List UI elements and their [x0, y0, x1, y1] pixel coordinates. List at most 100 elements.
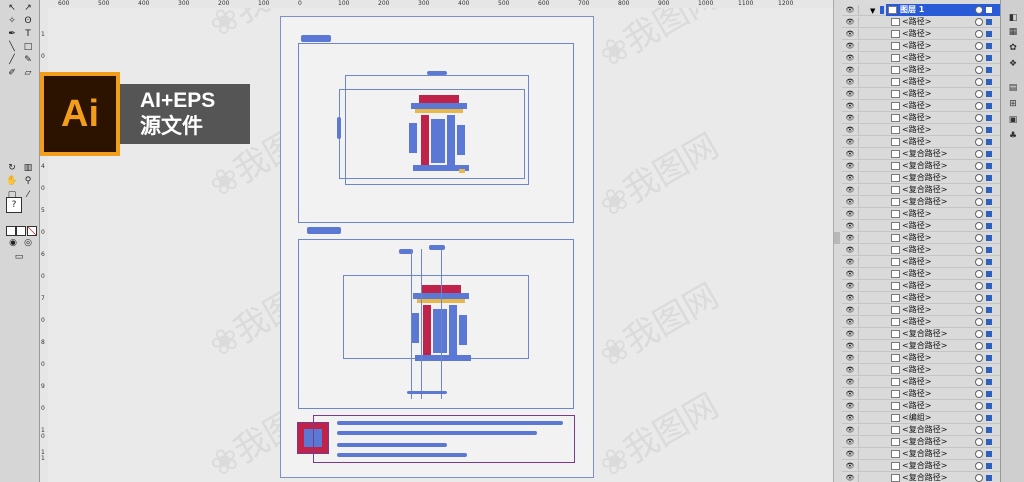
change-screen-mode-icon[interactable]: ▭	[12, 252, 26, 263]
layer-row[interactable]: 👁 <复合路径>	[842, 160, 1000, 172]
lock-toggle[interactable]	[858, 413, 867, 423]
fill-swatch[interactable]	[6, 226, 16, 236]
eye-icon[interactable]: 👁	[844, 342, 856, 350]
lock-toggle[interactable]	[858, 41, 867, 51]
paintbrush-tool-icon[interactable]: ╱	[5, 55, 19, 66]
layer-row[interactable]: 👁 <路径>	[842, 136, 1000, 148]
layer-name[interactable]: <路径>	[902, 304, 931, 316]
expand-triangle-icon[interactable]: ▼	[870, 7, 875, 15]
target-icon[interactable]	[975, 174, 983, 182]
layer-name[interactable]: <复合路径>	[902, 148, 947, 160]
layer-row[interactable]: 👁 <路径>	[842, 244, 1000, 256]
layer-name[interactable]: <路径>	[902, 256, 931, 268]
layer-name[interactable]: <复合路径>	[902, 460, 947, 472]
layer-name[interactable]: <路径>	[902, 220, 931, 232]
lock-toggle[interactable]	[858, 173, 867, 183]
lasso-tool-icon[interactable]: ʘ	[21, 16, 35, 27]
layer-row[interactable]: 👁 <复合路径>	[842, 172, 1000, 184]
selection-indicator[interactable]	[986, 403, 992, 409]
selection-indicator[interactable]	[986, 451, 992, 457]
eye-icon[interactable]: 👁	[844, 222, 856, 230]
eye-icon[interactable]: 👁	[844, 438, 856, 446]
lock-toggle[interactable]	[858, 257, 867, 267]
lock-toggle[interactable]	[858, 377, 867, 387]
layer-row[interactable]: 👁 <路径>	[842, 400, 1000, 412]
symbols-panel-icon[interactable]: ❖	[1006, 58, 1020, 70]
layer-row[interactable]: 👁 <编组>	[842, 412, 1000, 424]
eye-icon[interactable]: 👁	[844, 306, 856, 314]
selection-indicator[interactable]	[986, 55, 992, 61]
target-icon[interactable]	[975, 246, 983, 254]
lock-toggle[interactable]	[858, 353, 867, 363]
eye-icon[interactable]: 👁	[844, 318, 856, 326]
layer-name[interactable]: <复合路径>	[902, 472, 947, 482]
target-icon[interactable]	[975, 390, 983, 398]
layer-row[interactable]: 👁 <路径>	[842, 76, 1000, 88]
layer-row[interactable]: 👁 <路径>	[842, 316, 1000, 328]
layer-name[interactable]: <复合路径>	[902, 196, 947, 208]
artboard[interactable]	[280, 16, 594, 478]
eye-icon[interactable]: 👁	[844, 402, 856, 410]
target-icon[interactable]	[975, 210, 983, 218]
selection-indicator[interactable]	[986, 259, 992, 265]
target-icon[interactable]	[975, 474, 983, 482]
eye-icon[interactable]: 👁	[844, 258, 856, 266]
lock-toggle[interactable]	[858, 29, 867, 39]
pen-tool-icon[interactable]: ✒	[5, 29, 19, 40]
layer-row[interactable]: 👁 <路径>	[842, 256, 1000, 268]
selection-indicator[interactable]	[986, 343, 992, 349]
eye-icon[interactable]: 👁	[844, 450, 856, 458]
vertical-scrollbar-thumb[interactable]	[834, 232, 840, 244]
screen-mode-icon[interactable]: ◎	[21, 238, 35, 249]
lock-toggle[interactable]	[858, 77, 867, 87]
eye-icon[interactable]: 👁	[844, 138, 856, 146]
eye-icon[interactable]: 👁	[844, 294, 856, 302]
lock-toggle[interactable]	[858, 425, 867, 435]
target-icon[interactable]	[975, 462, 983, 470]
layer-row[interactable]: 👁 <路径>	[842, 88, 1000, 100]
lock-toggle[interactable]	[858, 245, 867, 255]
layer-name[interactable]: <路径>	[902, 136, 931, 148]
layer-name[interactable]: <路径>	[902, 112, 931, 124]
lock-toggle[interactable]	[858, 389, 867, 399]
layer-name[interactable]: <路径>	[902, 292, 931, 304]
selection-indicator[interactable]	[986, 127, 992, 133]
pathfinder-panel-icon[interactable]: ▣	[1006, 114, 1020, 126]
target-icon[interactable]	[975, 54, 983, 62]
target-icon[interactable]	[975, 186, 983, 194]
lock-toggle[interactable]	[858, 197, 867, 207]
target-icon[interactable]	[975, 330, 983, 338]
rotate-tool-icon[interactable]: ↻	[5, 163, 19, 174]
transform-panel-icon[interactable]: ⊞	[1006, 98, 1020, 110]
selection-indicator[interactable]	[986, 7, 992, 13]
target-icon[interactable]	[975, 90, 983, 98]
layer-row[interactable]: 👁 <复合路径>	[842, 184, 1000, 196]
layer-name[interactable]: <编组>	[902, 412, 931, 424]
target-icon[interactable]	[975, 18, 983, 26]
layer-row[interactable]: 👁 <路径>	[842, 364, 1000, 376]
target-icon[interactable]	[975, 66, 983, 74]
lock-toggle[interactable]	[858, 17, 867, 27]
lock-toggle[interactable]	[858, 65, 867, 75]
eye-icon[interactable]: 👁	[844, 198, 856, 206]
eye-icon[interactable]: 👁	[844, 282, 856, 290]
eye-icon[interactable]: 👁	[844, 150, 856, 158]
layer-name[interactable]: <复合路径>	[902, 328, 947, 340]
selection-tool-icon[interactable]: ↖	[5, 3, 19, 14]
layer-row[interactable]: 👁 <路径>	[842, 304, 1000, 316]
layer-name[interactable]: <路径>	[902, 244, 931, 256]
selection-indicator[interactable]	[986, 115, 992, 121]
eye-icon[interactable]: 👁	[844, 30, 856, 38]
layer-row[interactable]: 👁 <复合路径>	[842, 424, 1000, 436]
selection-indicator[interactable]	[986, 475, 992, 481]
eye-icon[interactable]: 👁	[844, 270, 856, 278]
target-icon[interactable]	[975, 378, 983, 386]
type-tool-icon[interactable]: T	[21, 29, 35, 40]
eye-icon[interactable]: 👁	[844, 6, 856, 14]
layer-name[interactable]: <路径>	[902, 40, 931, 52]
zoom-tool-icon[interactable]: ⚲	[21, 176, 35, 187]
layer-row[interactable]: 👁 <复合路径>	[842, 148, 1000, 160]
target-icon[interactable]	[975, 126, 983, 134]
target-icon[interactable]	[975, 30, 983, 38]
lock-toggle[interactable]	[858, 125, 867, 135]
